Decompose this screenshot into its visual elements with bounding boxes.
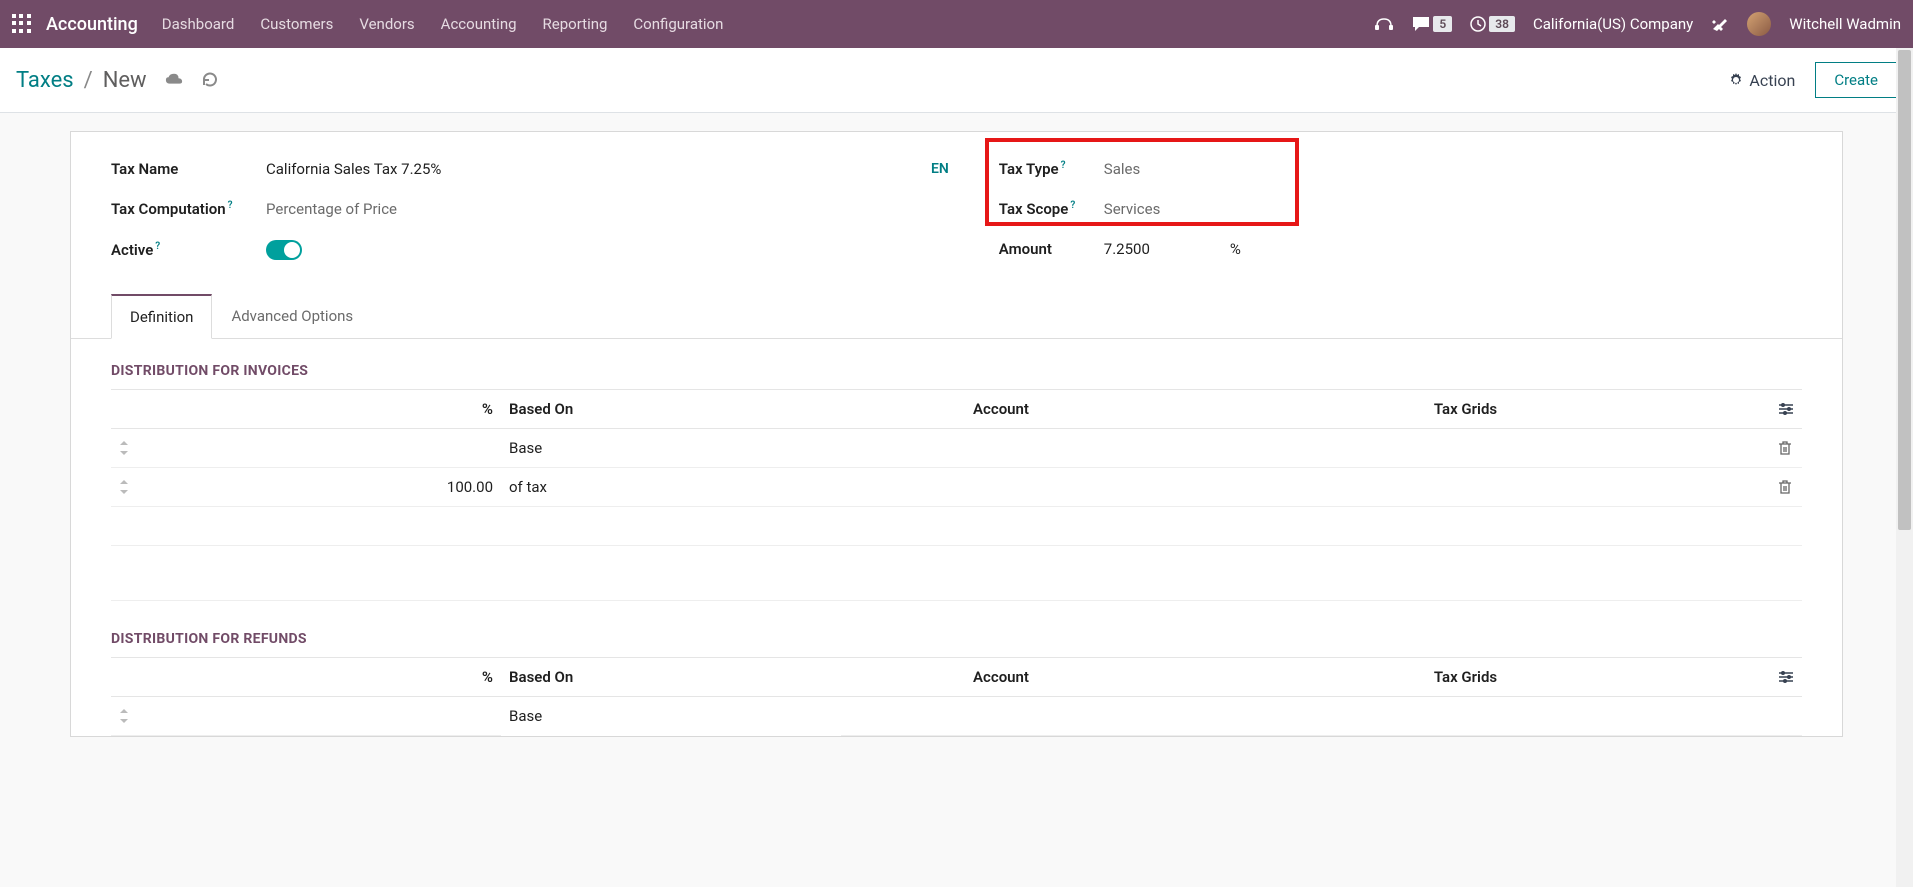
- topbar-right: 5 38 California(US) Company Witchell Wad…: [1374, 12, 1901, 36]
- tax-type-label: Tax Type?: [999, 160, 1104, 178]
- subheader-right: Action Create: [1728, 62, 1897, 98]
- debug-icon[interactable]: [1711, 15, 1729, 33]
- section-title-refunds: Distribution for Refunds: [111, 631, 1802, 647]
- nav-menu: Dashboard Customers Vendors Accounting R…: [162, 15, 1375, 33]
- amount-label: Amount: [999, 240, 1104, 258]
- col-pct: %: [141, 658, 501, 697]
- breadcrumb-link[interactable]: Taxes: [16, 68, 74, 93]
- scrollbar[interactable]: [1896, 48, 1913, 887]
- cell-pct[interactable]: [141, 697, 501, 736]
- nav-configuration[interactable]: Configuration: [633, 15, 723, 33]
- drag-handle-icon[interactable]: [111, 468, 141, 507]
- tax-type-value[interactable]: Sales: [1104, 160, 1140, 178]
- action-label: Action: [1749, 71, 1795, 90]
- create-button[interactable]: Create: [1815, 62, 1897, 98]
- delete-row-icon[interactable]: [1770, 429, 1802, 468]
- col-based: Based On: [501, 390, 841, 429]
- app-title: Accounting: [46, 14, 138, 35]
- pct-sign: %: [1230, 240, 1241, 258]
- tab-advanced[interactable]: Advanced Options: [212, 294, 372, 339]
- tab-definition[interactable]: Definition: [111, 294, 212, 339]
- invoices-table: % Based On Account Tax Grids: [111, 389, 1802, 601]
- tax-name-value[interactable]: California Sales Tax 7.25%: [266, 160, 441, 178]
- tax-computation-label: Tax Computation?: [111, 200, 266, 218]
- cell-based[interactable]: Base: [501, 429, 841, 468]
- company-selector[interactable]: California(US) Company: [1533, 15, 1693, 33]
- messages-icon[interactable]: 5: [1412, 16, 1452, 32]
- cell-pct[interactable]: 100.00: [141, 468, 501, 507]
- cell-pct[interactable]: [141, 429, 501, 468]
- refunds-table: % Based On Account Tax Grids: [111, 657, 1802, 736]
- activities-badge: 38: [1489, 16, 1515, 32]
- action-button[interactable]: Action: [1728, 71, 1795, 90]
- nav-reporting[interactable]: Reporting: [543, 15, 608, 33]
- tax-scope-value[interactable]: Services: [1104, 200, 1161, 218]
- scrollbar-thumb[interactable]: [1898, 50, 1911, 530]
- messages-badge: 5: [1433, 16, 1452, 32]
- delete-row-icon[interactable]: [1770, 468, 1802, 507]
- col-pct: %: [141, 390, 501, 429]
- col-account: Account: [841, 390, 1161, 429]
- drag-handle-icon[interactable]: [111, 429, 141, 468]
- help-icon[interactable]: ?: [228, 200, 233, 211]
- main-wrap: Tax Name California Sales Tax 7.25% EN T…: [0, 113, 1913, 777]
- breadcrumb-sep: /: [84, 68, 93, 93]
- tax-computation-value[interactable]: Percentage of Price: [266, 200, 397, 218]
- tabs: Definition Advanced Options: [71, 294, 1842, 339]
- nav-accounting[interactable]: Accounting: [441, 15, 517, 33]
- breadcrumb-current: New: [103, 68, 147, 93]
- cell-based[interactable]: of tax: [501, 468, 841, 507]
- col-options[interactable]: [1770, 658, 1802, 697]
- section-refunds: Distribution for Refunds % Based On Acco…: [71, 601, 1842, 736]
- activities-icon[interactable]: 38: [1470, 16, 1515, 32]
- col-based: Based On: [501, 658, 841, 697]
- active-toggle[interactable]: [266, 240, 302, 260]
- cell-based[interactable]: Base: [501, 697, 841, 736]
- add-line-row: Add a line: [111, 507, 1802, 546]
- nav-customers[interactable]: Customers: [260, 15, 333, 33]
- table-row[interactable]: Base: [111, 697, 1802, 736]
- active-label: Active?: [111, 241, 266, 259]
- table-row[interactable]: 100.00 of tax: [111, 468, 1802, 507]
- discard-icon[interactable]: [201, 71, 219, 89]
- subheader: Taxes / New Action Create: [0, 48, 1913, 113]
- lang-badge[interactable]: EN: [931, 161, 949, 177]
- tax-name-label: Tax Name: [111, 160, 266, 178]
- help-icon[interactable]: ?: [1061, 160, 1066, 171]
- col-options[interactable]: [1770, 390, 1802, 429]
- nav-dashboard[interactable]: Dashboard: [162, 15, 235, 33]
- help-icon[interactable]: ?: [1070, 200, 1075, 211]
- col-account: Account: [841, 658, 1161, 697]
- support-icon[interactable]: [1374, 16, 1394, 32]
- section-invoices: Distribution for Invoices % Based On Acc…: [71, 339, 1842, 601]
- form-sheet: Tax Name California Sales Tax 7.25% EN T…: [70, 131, 1843, 737]
- cloud-save-icon[interactable]: [165, 71, 183, 89]
- help-icon[interactable]: ?: [155, 241, 160, 252]
- apps-icon[interactable]: [12, 14, 32, 34]
- breadcrumb: Taxes / New: [16, 68, 147, 93]
- amount-value[interactable]: 7.2500: [1104, 240, 1150, 258]
- top-navbar: Accounting Dashboard Customers Vendors A…: [0, 0, 1913, 48]
- sub-icons: [165, 71, 219, 89]
- nav-vendors[interactable]: Vendors: [359, 15, 414, 33]
- drag-handle-icon[interactable]: [111, 697, 141, 736]
- section-title-invoices: Distribution for Invoices: [111, 363, 1802, 379]
- col-grids: Tax Grids: [1161, 658, 1770, 697]
- avatar[interactable]: [1747, 12, 1771, 36]
- user-name[interactable]: Witchell Wadmin: [1789, 15, 1901, 33]
- col-grids: Tax Grids: [1161, 390, 1770, 429]
- tax-scope-label: Tax Scope?: [999, 200, 1104, 218]
- table-row[interactable]: Base: [111, 429, 1802, 468]
